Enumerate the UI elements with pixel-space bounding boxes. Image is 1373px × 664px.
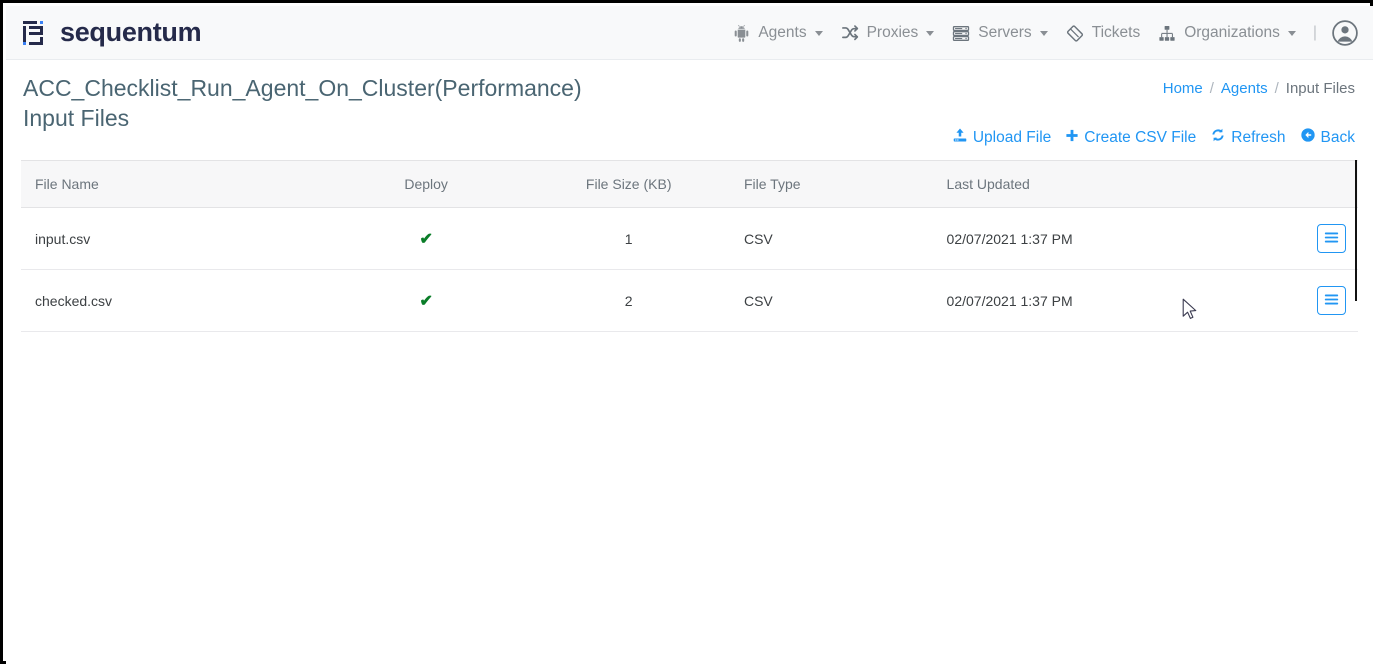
breadcrumb: Home / Agents / Input Files bbox=[1163, 80, 1355, 97]
server-stack-icon bbox=[951, 24, 971, 43]
chevron-down-icon bbox=[1287, 30, 1296, 36]
table-header-row: File Name Deploy File Size (KB) File Typ… bbox=[21, 160, 1358, 208]
table-row[interactable]: input.csv ✔ 1 CSV 02/07/2021 1:37 PM bbox=[21, 207, 1358, 270]
cell-file-type: CSV bbox=[729, 207, 933, 270]
android-robot-icon bbox=[732, 24, 751, 43]
plus-icon bbox=[1065, 128, 1079, 148]
cell-deploy: ✔ bbox=[324, 269, 528, 332]
check-icon: ✔ bbox=[419, 292, 433, 310]
nav-item-tickets[interactable]: Tickets bbox=[1065, 24, 1141, 43]
page-header: ACC_Checklist_Run_Agent_On_Cluster(Perfo… bbox=[23, 73, 582, 133]
breadcrumb-separator: / bbox=[1274, 80, 1279, 97]
table-header: File Name Deploy File Size (KB) File Typ… bbox=[21, 160, 1358, 208]
refresh-icon bbox=[1210, 127, 1226, 148]
table-row[interactable]: checked.csv ✔ 2 CSV 02/07/2021 1:37 PM bbox=[21, 269, 1358, 332]
chevron-down-icon bbox=[814, 30, 823, 36]
navbar-menu: Agents Proxies Servers Tickets Organizat… bbox=[715, 6, 1359, 60]
row-menu-button[interactable] bbox=[1317, 224, 1346, 253]
cell-actions bbox=[1236, 269, 1358, 332]
page-title: ACC_Checklist_Run_Agent_On_Cluster(Perfo… bbox=[23, 75, 582, 101]
nav-item-organizations[interactable]: Organizations bbox=[1157, 24, 1296, 43]
column-header-file-size[interactable]: File Size (KB) bbox=[527, 160, 730, 208]
nav-label-servers: Servers bbox=[978, 24, 1032, 41]
back-label: Back bbox=[1320, 128, 1355, 146]
action-toolbar: Upload File Create CSV File Refresh Back bbox=[952, 127, 1355, 148]
top-navbar: sequentum Agents Proxies Servers Tickets… bbox=[6, 6, 1373, 60]
column-header-file-type[interactable]: File Type bbox=[729, 160, 933, 208]
cell-file-name: checked.csv bbox=[21, 269, 325, 332]
shuffle-icon bbox=[840, 24, 860, 43]
upload-file-label: Upload File bbox=[972, 128, 1052, 146]
sequentum-bracket-logo-icon bbox=[20, 18, 50, 48]
nav-item-agents[interactable]: Agents bbox=[732, 24, 823, 43]
column-header-last-updated[interactable]: Last Updated bbox=[932, 160, 1237, 208]
table-scrollbar[interactable] bbox=[1355, 160, 1357, 301]
refresh-button[interactable]: Refresh bbox=[1210, 127, 1286, 148]
input-files-table: File Name Deploy File Size (KB) File Typ… bbox=[21, 160, 1358, 332]
chevron-down-icon bbox=[926, 30, 935, 36]
cell-last-updated: 02/07/2021 1:37 PM bbox=[932, 207, 1237, 270]
nav-label-organizations: Organizations bbox=[1184, 24, 1280, 41]
back-circle-icon bbox=[1300, 127, 1316, 148]
cell-file-size: 1 bbox=[527, 207, 730, 270]
hamburger-menu-icon bbox=[1324, 231, 1339, 247]
table-body: input.csv ✔ 1 CSV 02/07/2021 1:37 PM che… bbox=[21, 207, 1358, 332]
upload-icon bbox=[952, 127, 968, 148]
sitemap-icon bbox=[1157, 24, 1177, 43]
brand-name: sequentum bbox=[60, 17, 202, 47]
nav-item-proxies[interactable]: Proxies bbox=[840, 24, 935, 43]
row-menu-button[interactable] bbox=[1317, 286, 1346, 315]
column-header-deploy[interactable]: Deploy bbox=[324, 160, 528, 208]
breadcrumb-current: Input Files bbox=[1285, 80, 1355, 97]
column-header-file-name[interactable]: File Name bbox=[21, 160, 325, 208]
check-icon: ✔ bbox=[419, 230, 433, 248]
cell-last-updated: 02/07/2021 1:37 PM bbox=[932, 269, 1237, 332]
nav-separator: | bbox=[1312, 24, 1317, 41]
nav-label-agents: Agents bbox=[758, 24, 807, 41]
nav-item-servers[interactable]: Servers bbox=[951, 24, 1048, 43]
upload-file-button[interactable]: Upload File bbox=[952, 127, 1051, 148]
user-circle-icon[interactable] bbox=[1331, 19, 1359, 47]
ticket-icon bbox=[1065, 24, 1085, 43]
back-button[interactable]: Back bbox=[1300, 127, 1355, 148]
brand[interactable]: sequentum bbox=[20, 17, 202, 48]
page-root: sequentum Agents Proxies Servers Tickets… bbox=[6, 6, 1373, 664]
chevron-down-icon bbox=[1039, 30, 1048, 36]
breadcrumb-home[interactable]: Home bbox=[1163, 80, 1203, 97]
nav-label-tickets: Tickets bbox=[1091, 24, 1141, 41]
nav-label-proxies: Proxies bbox=[866, 24, 919, 41]
cell-deploy: ✔ bbox=[324, 207, 528, 270]
breadcrumb-separator: / bbox=[1209, 80, 1214, 97]
refresh-label: Refresh bbox=[1231, 128, 1286, 146]
cell-file-type: CSV bbox=[729, 269, 933, 332]
cell-actions bbox=[1236, 207, 1358, 270]
create-csv-file-button[interactable]: Create CSV File bbox=[1065, 128, 1196, 148]
window-frame: sequentum Agents Proxies Servers Tickets… bbox=[0, 0, 1373, 664]
hamburger-menu-icon bbox=[1324, 293, 1339, 309]
cell-file-size: 2 bbox=[527, 269, 730, 332]
page-subtitle: Input Files bbox=[23, 105, 130, 131]
input-files-table-container: File Name Deploy File Size (KB) File Typ… bbox=[21, 160, 1358, 332]
breadcrumb-agents[interactable]: Agents bbox=[1221, 80, 1268, 97]
column-header-actions bbox=[1236, 160, 1358, 208]
create-csv-file-label: Create CSV File bbox=[1084, 128, 1197, 146]
cell-file-name: input.csv bbox=[21, 207, 325, 270]
